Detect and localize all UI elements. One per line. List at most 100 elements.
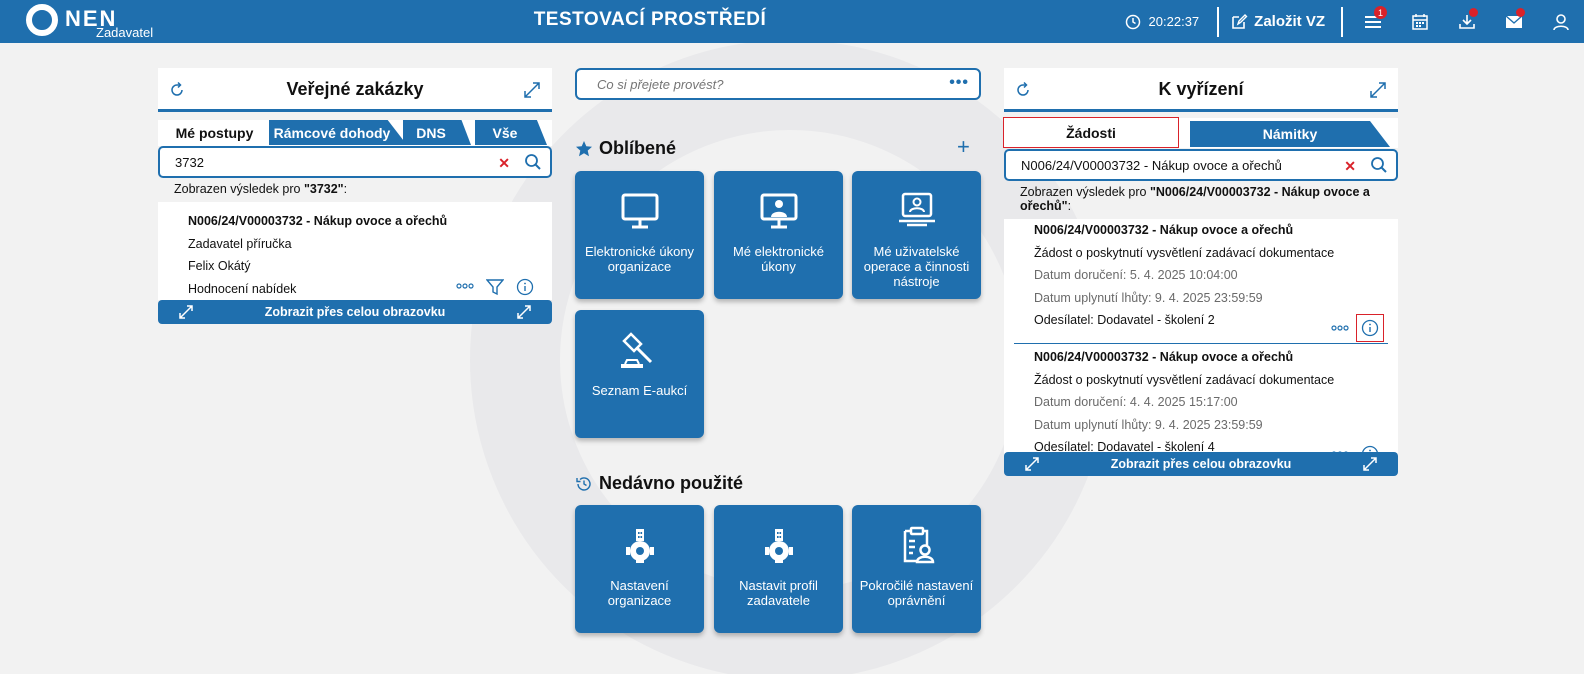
clear-icon[interactable]: ✕ (498, 155, 510, 172)
requests-search[interactable]: N006/24/V00003732 - Nákup ovoce a ořechů… (1004, 149, 1398, 181)
panel-title: Veřejné zakázky (286, 79, 424, 99)
building-gear-icon (764, 529, 793, 563)
tab-framework-agreements[interactable]: Rámcové dohody (269, 120, 407, 145)
tile-me-uzivatelske-operace[interactable]: Mé uživatelské operace a činnosti nástro… (852, 171, 981, 299)
fullscreen-label: Zobrazit přes celou obrazovku (1110, 457, 1292, 471)
result-suffix: : (1067, 199, 1072, 213)
user-button[interactable] (1537, 0, 1584, 43)
search-icon[interactable] (524, 153, 542, 171)
panel-title: K vyřízení (1158, 79, 1244, 99)
tab-all[interactable]: Vše (475, 120, 547, 145)
calendar-button[interactable] (1396, 0, 1443, 43)
more-icon[interactable]: ••• (949, 74, 969, 92)
divider (1341, 6, 1343, 37)
request-card[interactable]: N006/24/V00003732 - Nákup ovoce a ořechů… (1004, 219, 1398, 344)
tab-dns[interactable]: DNS (403, 120, 471, 145)
calendar-icon (1411, 13, 1428, 30)
tile-pokrocile-nastaveni-opravneni[interactable]: Pokročilé nastavení oprávnění (852, 505, 981, 633)
fullscreen-button[interactable]: Zobrazit přes celou obrazovku (1004, 452, 1398, 476)
panel-header: K vyřízení (1004, 68, 1398, 112)
divider (1217, 6, 1220, 37)
tile-label: Pokročilé nastavení oprávnění (859, 578, 974, 608)
download-button[interactable] (1443, 0, 1490, 43)
session-clock: 20:22:37 (1125, 14, 1199, 30)
request-delivered: Datum doručení: 5. 4. 2025 10:04:00 (1034, 268, 1238, 282)
request-deadline: Datum uplynutí lhůty: 9. 4. 2025 23:59:5… (1034, 417, 1263, 432)
expand-icon (179, 305, 193, 319)
filter-icon[interactable] (486, 278, 504, 296)
request-type: Žádost o poskytnutí vysvětlení zadávací … (1034, 245, 1335, 260)
tile-me-elektronicke-ukony[interactable]: Mé elektronické úkony (714, 171, 843, 299)
add-favorite-icon[interactable]: + (957, 136, 970, 158)
expand-icon (1363, 457, 1377, 471)
search-result-label: Zobrazen výsledek pro "N006/24/V00003732… (1004, 181, 1398, 219)
search-input-value[interactable]: 3732 (175, 155, 204, 170)
request-card[interactable]: N006/24/V00003732 - Nákup ovoce a ořechů… (1004, 344, 1398, 464)
contract-title[interactable]: N006/24/V00003732 - Nákup ovoce a ořechů (158, 210, 552, 233)
tab-bar: Žádosti Námitky (1003, 117, 1398, 148)
request-deadline: Datum uplynutí lhůty: 9. 4. 2025 23:59:5… (1034, 290, 1263, 305)
top-bar: NEN Zadavatel TESTOVACÍ PROSTŘEDÍ 20:22:… (0, 0, 1584, 43)
tile-label: Elektronické úkony organizace (584, 244, 695, 274)
messages-button[interactable] (1490, 0, 1537, 43)
user-monitor-icon (760, 193, 797, 229)
public-contracts-panel: Veřejné zakázky Mé postupy Rámcové dohod… (158, 68, 552, 324)
result-prefix: Zobrazen výsledek pro (1020, 185, 1150, 199)
expand-icon[interactable] (522, 80, 542, 100)
tab-requests[interactable]: Žádosti (1003, 117, 1179, 148)
result-query: "3732" (303, 182, 344, 196)
tile-seznam-e-aukci[interactable]: Seznam E-aukcí (575, 310, 704, 438)
action-search-input[interactable] (597, 70, 927, 98)
info-button[interactable] (1356, 314, 1384, 342)
star-icon (576, 140, 592, 156)
tile-nastaveni-organizace[interactable]: Nastavení organizace (575, 505, 704, 633)
fullscreen-label: Zobrazit přes celou obrazovku (264, 305, 446, 319)
clock-icon (1125, 14, 1140, 29)
expand-icon[interactable] (1368, 80, 1388, 100)
more-options-icon[interactable] (1331, 324, 1349, 332)
request-delivered: Datum doručení: 4. 4. 2025 15:17:00 (1034, 395, 1238, 409)
request-type: Žádost o poskytnutí vysvětlení zadávací … (1034, 372, 1335, 387)
expand-icon (517, 305, 531, 319)
messages-alert-dot (1516, 8, 1525, 17)
tab-objections[interactable]: Námitky (1190, 121, 1390, 147)
tab-bar: Mé postupy Rámcové dohody DNS Vše (158, 120, 552, 146)
create-vz-label: Založit VZ (1254, 13, 1325, 30)
edit-icon (1232, 14, 1248, 29)
search-input-value[interactable]: N006/24/V00003732 - Nákup ovoce a ořechů (1021, 158, 1282, 173)
clipboard-user-icon (903, 526, 934, 564)
info-icon (1361, 319, 1379, 337)
notification-badge: 1 (1374, 6, 1387, 19)
download-alert-dot (1469, 8, 1478, 17)
expand-icon (1025, 457, 1039, 471)
search-result-label: Zobrazen výsledek pro "3732": (158, 178, 552, 202)
clear-icon[interactable]: ✕ (1344, 158, 1356, 175)
more-options-icon[interactable] (456, 282, 474, 290)
search-icon[interactable] (1370, 156, 1388, 174)
gavel-icon (620, 332, 652, 368)
favorites-title: Oblíbené (599, 138, 677, 158)
create-vz-button[interactable]: Založit VZ (1231, 13, 1325, 30)
fullscreen-button[interactable]: Zobrazit přes celou obrazovku (158, 300, 552, 324)
tile-nastavit-profil-zadavatele[interactable]: Nastavit profil zadavatele (714, 505, 843, 633)
contract-result-card[interactable]: N006/24/V00003732 - Nákup ovoce a ořechů… (158, 202, 552, 300)
tile-elektronicke-ukony-organizace[interactable]: Elektronické úkony organizace (575, 171, 704, 299)
contracts-search[interactable]: 3732 ✕ (158, 146, 552, 178)
monitor-icon (621, 193, 658, 229)
request-title[interactable]: N006/24/V00003732 - Nákup ovoce a ořechů (1004, 346, 1398, 369)
user-icon (1552, 13, 1569, 30)
contract-owner: Felix Okátý (188, 259, 251, 273)
contract-authority: Zadavatel příručka (188, 236, 292, 251)
request-title[interactable]: N006/24/V00003732 - Nákup ovoce a ořechů (1004, 219, 1398, 242)
recent-heading: Nedávno použité (575, 473, 743, 494)
menu-button[interactable]: 1 (1349, 0, 1396, 43)
panel-header: Veřejné zakázky (158, 68, 552, 112)
history-icon (576, 476, 591, 491)
tab-my-procedures[interactable]: Mé postupy (162, 120, 267, 145)
building-gear-icon (625, 529, 654, 563)
tile-label: Mé elektronické úkony (732, 244, 825, 274)
favorites-heading: Oblíbené (575, 138, 676, 159)
user-laptop-icon (898, 192, 935, 227)
action-search[interactable]: ••• (575, 68, 981, 100)
info-icon[interactable] (516, 278, 534, 296)
